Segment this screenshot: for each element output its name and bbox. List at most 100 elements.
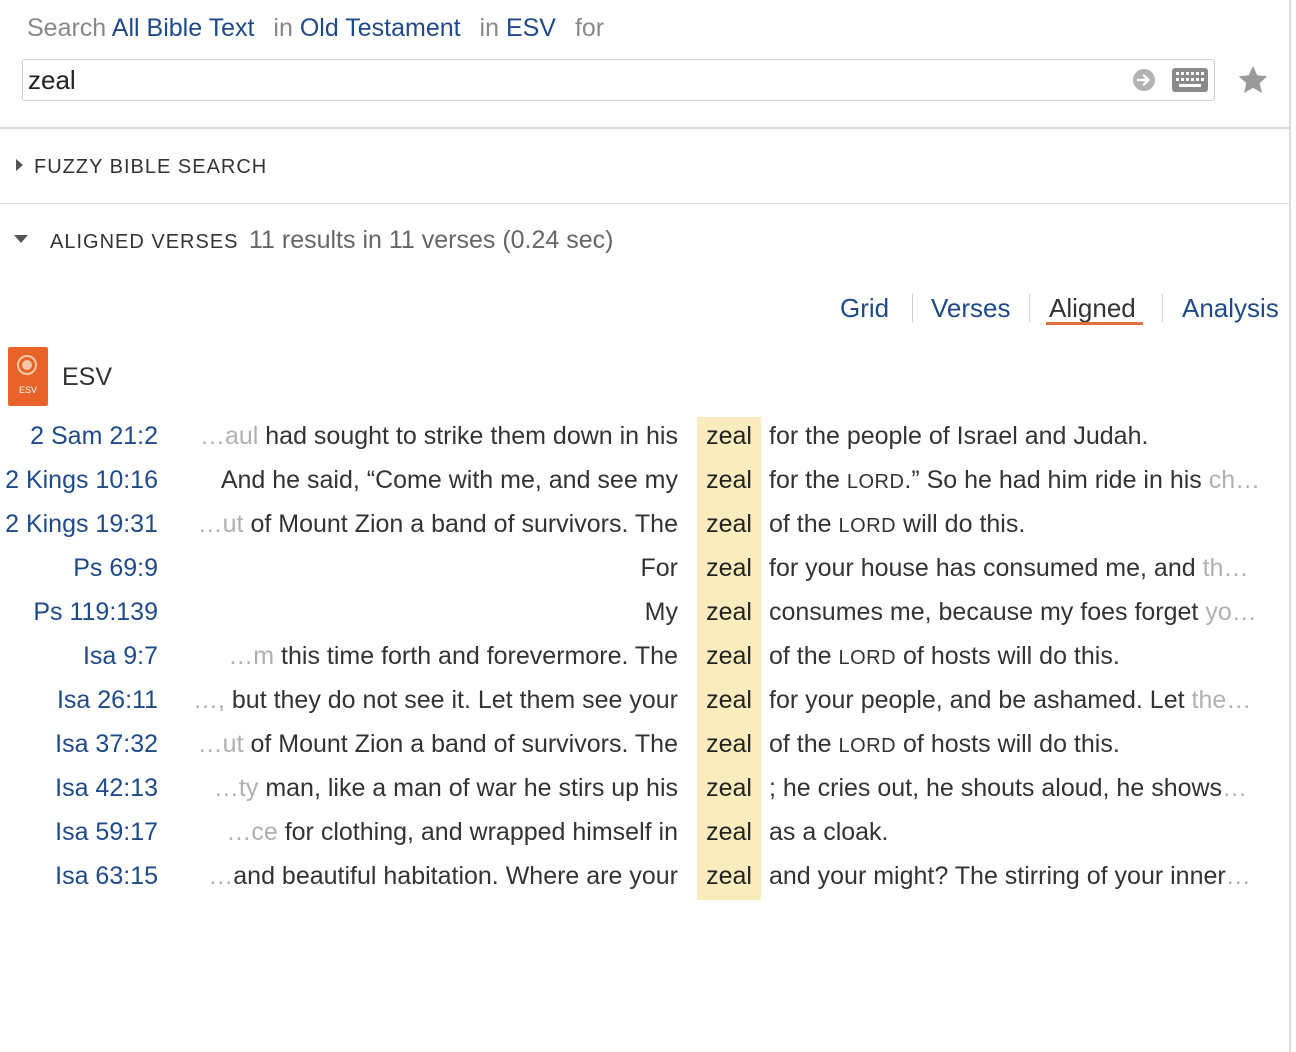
matched-keyword[interactable]: zeal xyxy=(697,862,761,891)
context-before-text: for clothing, and wrapped himself in xyxy=(277,818,678,846)
search-for-label: for xyxy=(574,14,605,42)
tab-separator xyxy=(1162,294,1163,322)
truncation-ellipsis: …ut xyxy=(197,510,244,538)
result-row[interactable]: Isa 42:13 …ty man, like a man of war he s… xyxy=(0,769,1290,813)
truncation-ellipsis: …m xyxy=(228,642,275,670)
verse-reference-link[interactable]: 2 Kings 19:31 xyxy=(5,510,158,539)
context-before-text: of Mount Zion a band of survivors. The xyxy=(243,510,678,538)
truncation-ellipsis: …ut xyxy=(197,730,244,758)
truncation-ellipsis: …ty xyxy=(213,774,259,802)
context-before: …ut of Mount Zion a band of survivors. T… xyxy=(198,730,678,759)
result-row[interactable]: Isa 37:32 …ut of Mount Zion a band of sur… xyxy=(0,725,1290,769)
verse-reference-link[interactable]: Isa 59:17 xyxy=(55,818,158,847)
tab-analysis[interactable]: Analysis xyxy=(1182,293,1279,324)
context-after: for your people, and be ashamed. Let the… xyxy=(769,686,1252,714)
favorite-star-icon[interactable] xyxy=(1237,64,1269,101)
search-scope-link[interactable]: All Bible Text xyxy=(112,14,255,42)
context-before-text: had sought to strike them down in his xyxy=(258,422,678,450)
search-input[interactable] xyxy=(28,62,1118,98)
tab-separator xyxy=(1029,294,1030,322)
context-before: My xyxy=(645,598,678,627)
fuzzy-search-title: FUZZY BIBLE SEARCH xyxy=(34,156,268,178)
context-before-text: of Mount Zion a band of survivors. The xyxy=(243,730,678,758)
matched-keyword[interactable]: zeal xyxy=(697,510,761,539)
result-row[interactable]: 2 Kings 10:16 And he said, “Come with me,… xyxy=(0,461,1290,505)
truncation-ellipsis: …ce xyxy=(226,818,278,846)
header-divider xyxy=(0,127,1290,129)
search-in-label: in xyxy=(273,14,293,42)
search-description: Search All Bible Text in Old Testament i… xyxy=(27,14,604,43)
expanded-triangle-icon xyxy=(14,235,28,243)
collapsed-triangle-icon xyxy=(16,159,23,171)
matched-keyword[interactable]: zeal xyxy=(697,774,761,803)
aligned-verses-section-toggle[interactable]: ALIGNED VERSES 11 results in 11 verses (… xyxy=(14,226,613,255)
result-row[interactable]: Ps 69:9 For zeal for your house has consume… xyxy=(0,549,1290,593)
context-after: and your might? The stirring of your inn… xyxy=(769,862,1251,890)
context-before-text: My xyxy=(644,598,678,626)
esv-icon-label: ESV xyxy=(18,385,37,395)
search-in-label-2: in xyxy=(479,14,499,42)
esv-bible-icon[interactable]: ESV xyxy=(8,347,48,406)
context-after: for the LORD.” So he had him ride in his… xyxy=(769,466,1261,494)
verse-reference-link[interactable]: Isa 9:7 xyxy=(83,642,158,671)
verse-reference-link[interactable]: 2 Sam 21:2 xyxy=(30,422,158,451)
context-before-text: For xyxy=(640,554,679,582)
context-before: …ty man, like a man of war he stirs up h… xyxy=(214,774,678,803)
tab-verses[interactable]: Verses xyxy=(931,293,1011,324)
verse-reference-link[interactable]: Ps 119:139 xyxy=(33,598,158,627)
context-before: …ut of Mount Zion a band of survivors. T… xyxy=(198,510,678,539)
truncation-ellipsis: …aul xyxy=(199,422,259,450)
context-before: …ce for clothing, and wrapped himself in xyxy=(226,818,678,847)
result-row[interactable]: Isa 26:11 …, but they do not see it. Let … xyxy=(0,681,1290,725)
context-after: of the LORD of hosts will do this. xyxy=(769,642,1120,670)
matched-keyword[interactable]: zeal xyxy=(697,686,761,715)
fuzzy-search-section-toggle[interactable]: FUZZY BIBLE SEARCH xyxy=(16,156,267,179)
section-divider xyxy=(0,203,1290,204)
context-before: …and beautiful habitation. Where are you… xyxy=(208,862,678,891)
context-after: for the people of Israel and Judah. xyxy=(769,422,1149,450)
search-range-link[interactable]: Old Testament xyxy=(300,14,461,42)
verse-reference-link[interactable]: 2 Kings 10:16 xyxy=(5,466,158,495)
verse-reference-link[interactable]: Isa 63:15 xyxy=(55,862,158,891)
keyboard-icon[interactable] xyxy=(1171,67,1209,98)
verse-reference-link[interactable]: Isa 42:13 xyxy=(55,774,158,803)
context-after: consumes me, because my foes forget yo… xyxy=(769,598,1257,626)
context-after: as a cloak. xyxy=(769,818,889,846)
matched-keyword[interactable]: zeal xyxy=(697,642,761,671)
result-row[interactable]: Ps 119:139 My zeal consumes me, because my … xyxy=(0,593,1290,637)
context-before-text: this time forth and forevermore. The xyxy=(274,642,678,670)
matched-keyword[interactable]: zeal xyxy=(697,598,761,627)
context-after: of the LORD of hosts will do this. xyxy=(769,730,1120,758)
verse-reference-link[interactable]: Ps 69:9 xyxy=(73,554,158,583)
go-arrow-icon[interactable] xyxy=(1132,68,1156,97)
tab-aligned[interactable]: Aligned xyxy=(1049,293,1136,324)
result-row[interactable]: Isa 59:17 …ce for clothing, and wrapped h… xyxy=(0,813,1290,857)
context-before-text: And he said, “Come with me, and see my xyxy=(220,466,678,494)
context-before: For xyxy=(641,554,679,583)
truncation-ellipsis: … xyxy=(208,862,234,890)
active-tab-underline xyxy=(1046,322,1143,325)
results-count: 11 results in 11 verses (0.24 sec) xyxy=(248,226,614,254)
tab-grid[interactable]: Grid xyxy=(840,293,889,324)
context-before: …, but they do not see it. Let them see … xyxy=(193,686,678,715)
context-after: of the LORD will do this. xyxy=(769,510,1026,538)
matched-keyword[interactable]: zeal xyxy=(697,466,761,495)
context-after: ; he cries out, he shouts aloud, he show… xyxy=(769,774,1248,802)
result-row[interactable]: Isa 63:15 …and beautiful habitation. Wher… xyxy=(0,857,1290,901)
context-before-text: and beautiful habitation. Where are your xyxy=(233,862,678,890)
result-row[interactable]: Isa 9:7 …m this time forth and forevermor… xyxy=(0,637,1290,681)
search-box xyxy=(22,59,1215,101)
result-row[interactable]: 2 Kings 19:31 …ut of Mount Zion a band of… xyxy=(0,505,1290,549)
context-before-text: man, like a man of war he stirs up his xyxy=(258,774,678,802)
search-version-link[interactable]: ESV xyxy=(506,14,556,42)
matched-keyword[interactable]: zeal xyxy=(697,730,761,759)
matched-keyword[interactable]: zeal xyxy=(697,422,761,451)
matched-keyword[interactable]: zeal xyxy=(697,554,761,583)
context-before: And he said, “Come with me, and see my xyxy=(221,466,678,495)
matched-keyword[interactable]: zeal xyxy=(697,818,761,847)
verse-reference-link[interactable]: Isa 26:11 xyxy=(57,686,158,715)
verse-reference-link[interactable]: Isa 37:32 xyxy=(55,730,158,759)
bible-name: ESV xyxy=(62,363,113,391)
context-before-text: but they do not see it. Let them see you… xyxy=(224,686,678,714)
result-row[interactable]: 2 Sam 21:2 …aul had sought to strike them… xyxy=(0,417,1290,461)
